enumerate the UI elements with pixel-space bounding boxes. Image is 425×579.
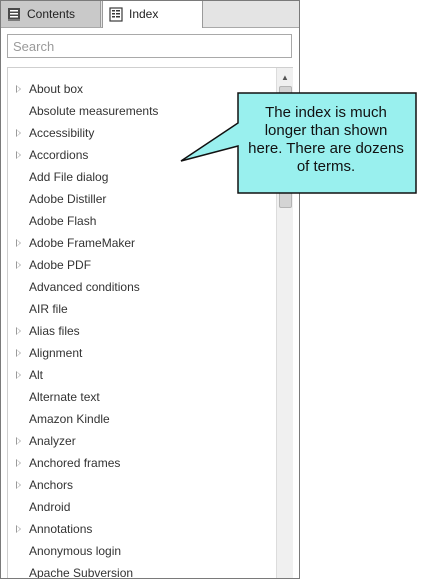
callout-line: The index is much [265, 104, 387, 121]
callout-annotation [180, 92, 417, 194]
callout-line: here. There are dozens [248, 140, 404, 157]
callout-text: The index is much longer than shown here… [243, 104, 409, 176]
callout-line: longer than shown [264, 122, 388, 139]
callout-line: of terms. [296, 158, 356, 175]
